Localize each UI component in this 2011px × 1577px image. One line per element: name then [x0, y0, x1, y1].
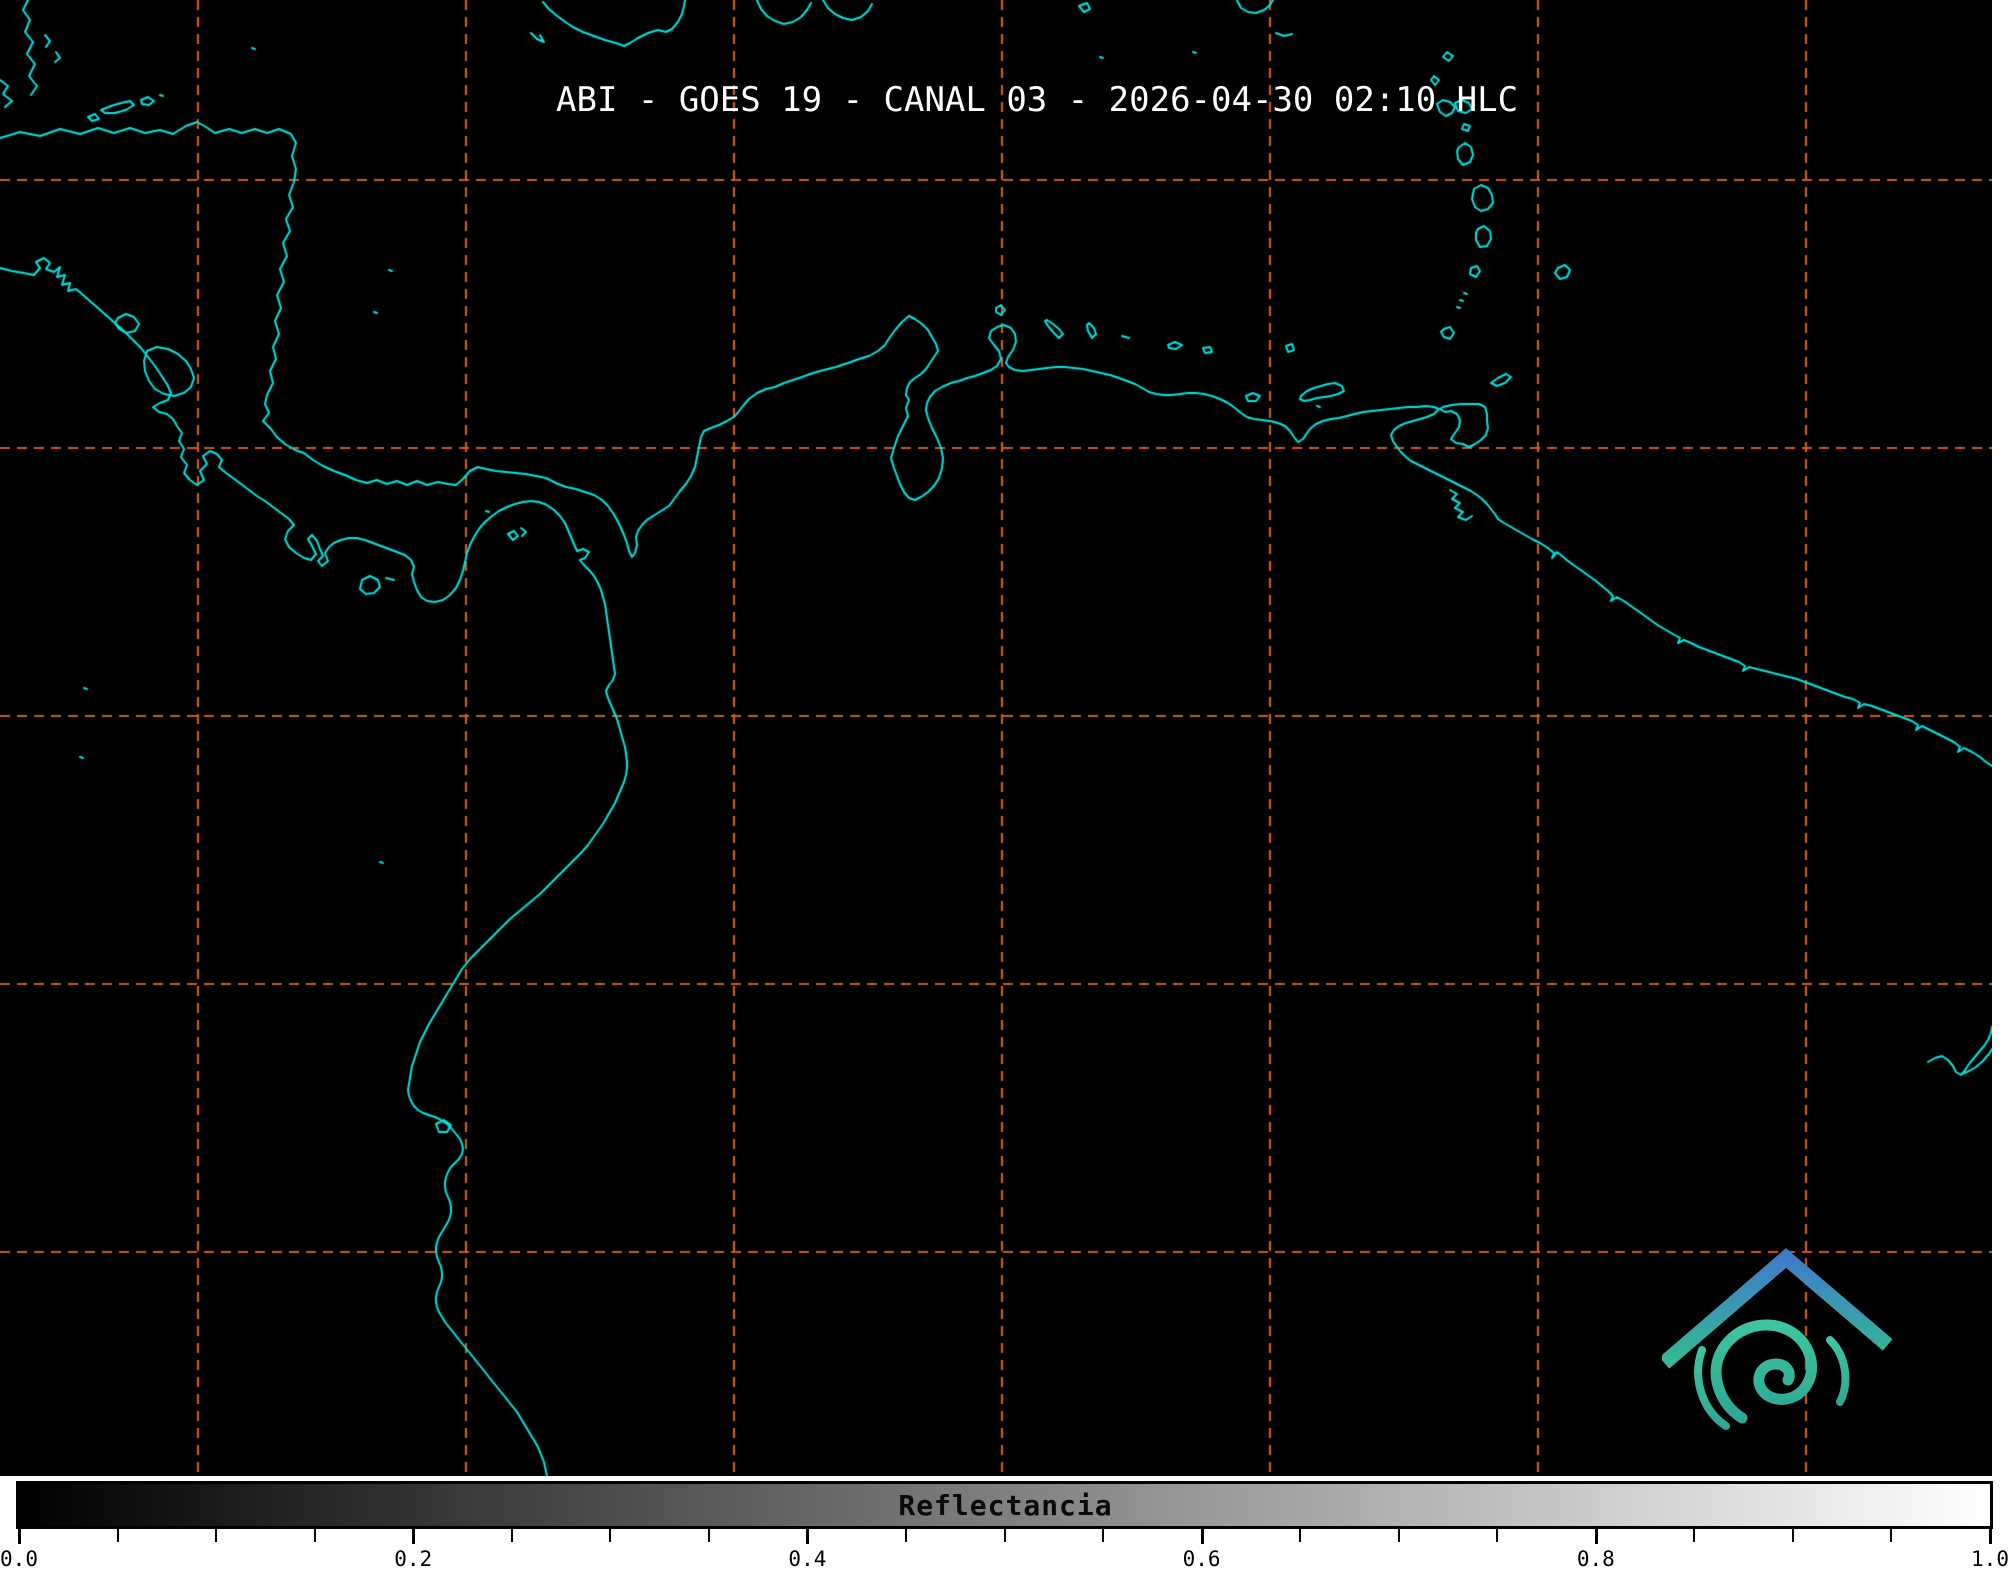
- colorbar-major-tick: [412, 1529, 416, 1544]
- colorbar-minor-tick: [116, 1529, 119, 1542]
- colorbar-tick-label: 0.6: [1182, 1547, 1221, 1571]
- colorbar-major-tick: [806, 1529, 810, 1544]
- ideam-logo: [1662, 1248, 1893, 1430]
- colorbar-minor-tick: [313, 1529, 316, 1542]
- colorbar-minor-tick: [707, 1529, 710, 1542]
- colorbar-tick-label: 0.8: [1576, 1547, 1615, 1571]
- colorbar-minor-tick: [1693, 1529, 1696, 1542]
- colorbar-minor-tick: [215, 1529, 218, 1542]
- colorbar-major-tick: [1594, 1529, 1598, 1544]
- map-title: ABI - GOES 19 - CANAL 03 - 2026-04-30 02…: [556, 80, 1519, 120]
- colorbar-major-tick: [1200, 1529, 1204, 1544]
- colorbar-minor-tick: [1890, 1529, 1893, 1542]
- colorbar-tick-label: 0.0: [0, 1547, 38, 1571]
- colorbar-minor-tick: [1496, 1529, 1499, 1542]
- colorbar-major-tick: [18, 1529, 21, 1544]
- colorbar-major-tick: [1989, 1529, 1992, 1544]
- colorbar-tick-label: 0.2: [394, 1547, 433, 1571]
- satellite-map-area: ABI - GOES 19 - CANAL 03 - 2026-04-30 02…: [0, 0, 1992, 1476]
- colorbar-minor-tick: [1791, 1529, 1794, 1542]
- colorbar-minor-tick: [609, 1529, 612, 1542]
- colorbar-minor-tick: [904, 1529, 907, 1542]
- colorbar-minor-tick: [1102, 1529, 1105, 1542]
- colorbar-minor-tick: [510, 1529, 513, 1542]
- colorbar-minor-tick: [1299, 1529, 1302, 1542]
- colorbar-minor-tick: [1397, 1529, 1400, 1542]
- colorbar-label: Reflectancia: [898, 1489, 1113, 1522]
- logo-hurricane-spiral-icon: [1694, 1319, 1850, 1430]
- colorbar-tick-label: 0.4: [788, 1547, 827, 1571]
- colorbar-ticks: 0.0 0.2 0.4 0.6 0.8 1.0: [0, 1529, 2011, 1577]
- colorbar-minor-tick: [1003, 1529, 1006, 1542]
- colorbar-tick-label: 1.0: [1971, 1547, 2009, 1571]
- logo-mountain-roof-icon: [1662, 1248, 1893, 1369]
